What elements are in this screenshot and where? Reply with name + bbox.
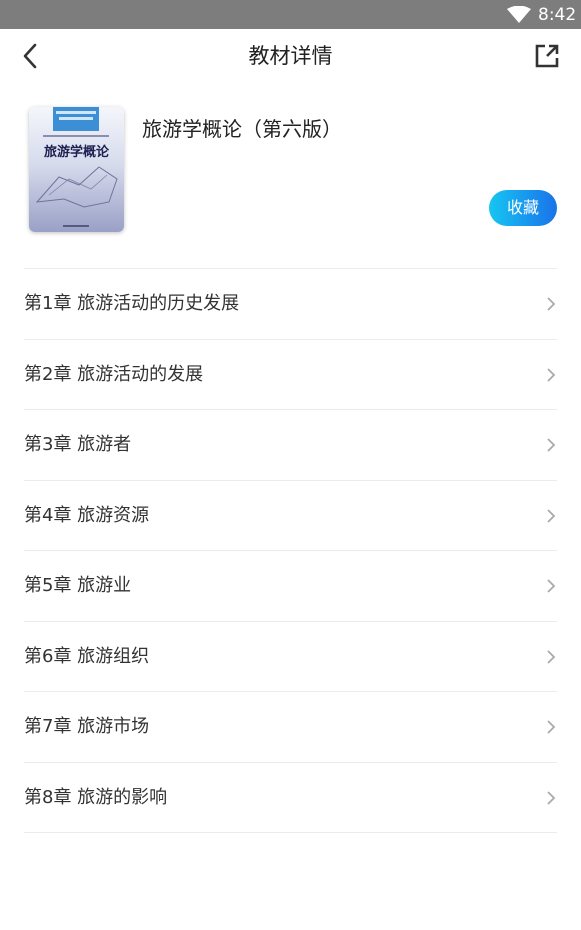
status-time: 8:42 — [538, 5, 577, 25]
chevron-right-icon — [547, 720, 556, 734]
book-title: 旅游学概论（第六版） — [142, 117, 342, 141]
chevron-right-icon — [547, 649, 556, 664]
favorite-button[interactable]: 收藏 — [489, 190, 557, 226]
wifi-icon — [507, 6, 531, 23]
chapter-item[interactable]: 第8章 旅游的影响 — [24, 761, 557, 833]
chapter-label: 第7章 旅游市场 — [24, 716, 150, 737]
chapter-item[interactable]: 第5章 旅游业 — [24, 550, 557, 621]
external-link-icon[interactable] — [533, 42, 561, 70]
chevron-right-icon — [547, 438, 556, 452]
book-cover-title: 旅游学概论 — [43, 145, 109, 160]
chapter-item[interactable]: 第3章 旅游者 — [24, 409, 557, 480]
book-cover-image: 旅游学概论 — [29, 107, 124, 232]
chapter-item[interactable]: 第4章 旅游资源 — [24, 479, 557, 551]
chapter-label: 第5章 旅游业 — [24, 575, 132, 596]
app-header: 教材详情 — [0, 29, 581, 85]
chevron-right-icon — [547, 579, 556, 593]
chapter-item[interactable]: 第2章 旅游活动的发展 — [24, 338, 557, 410]
chapter-item[interactable]: 第7章 旅游市场 — [24, 691, 557, 762]
chapter-label: 第4章 旅游资源 — [24, 504, 150, 526]
chevron-right-icon — [547, 508, 556, 523]
page-title: 教材详情 — [248, 44, 333, 68]
chevron-right-icon — [547, 367, 556, 382]
chapter-label: 第6章 旅游组织 — [24, 645, 150, 667]
chevron-right-icon — [547, 297, 556, 311]
chapter-label: 第1章 旅游活动的历史发展 — [24, 293, 240, 314]
chapter-item[interactable]: 第6章 旅游组织 — [24, 620, 557, 692]
chapter-label: 第8章 旅游的影响 — [24, 786, 168, 808]
status-bar: 8:42 — [0, 0, 581, 29]
chevron-right-icon — [547, 790, 556, 805]
chapter-list: 第1章 旅游活动的历史发展 第2章 旅游活动的发展 第3章 旅游者 第4章 旅游… — [24, 268, 557, 833]
chapter-label: 第3章 旅游者 — [24, 434, 132, 455]
book-info: 旅游学概论 旅游学概论（第六版） 收藏 — [0, 100, 581, 240]
chapter-item[interactable]: 第1章 旅游活动的历史发展 — [24, 268, 557, 339]
chapter-label: 第2章 旅游活动的发展 — [24, 363, 204, 385]
